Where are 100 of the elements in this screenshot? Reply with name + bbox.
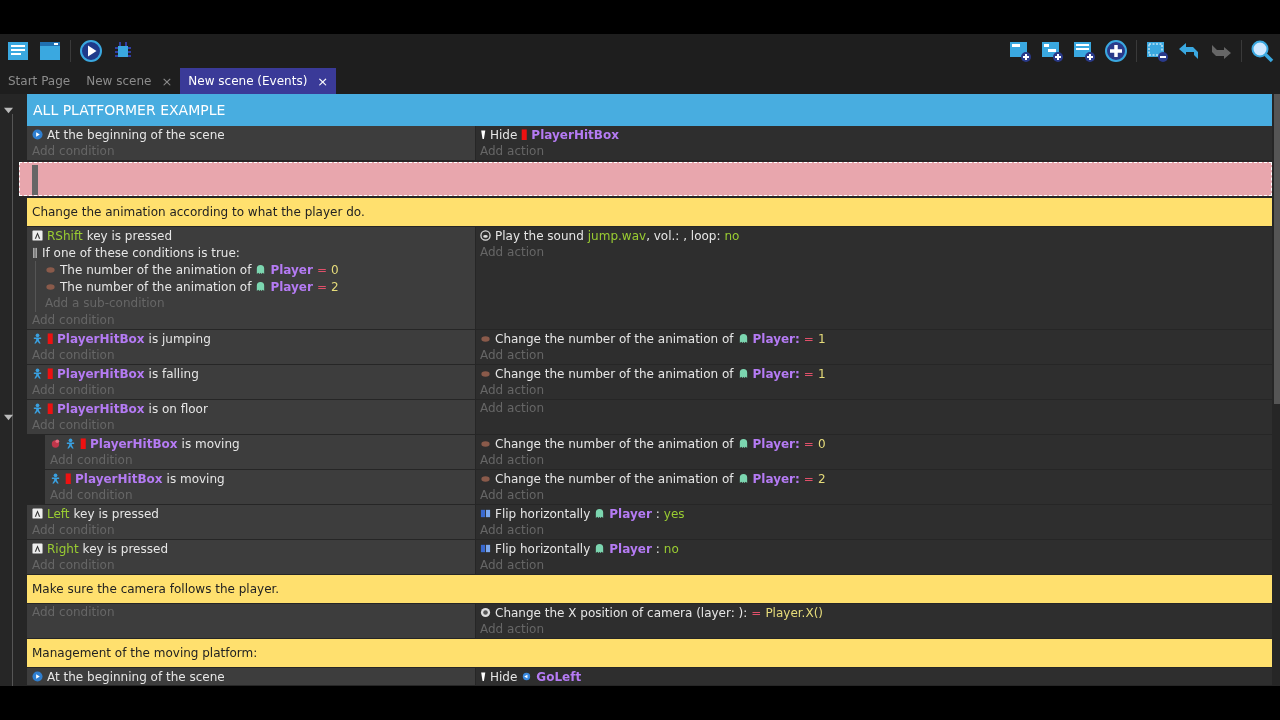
add-action-link[interactable]: Add action: [480, 452, 1272, 469]
condition-text: :: [655, 541, 660, 556]
condition-text: key is pressed: [73, 506, 159, 521]
collapse-toggle[interactable]: [3, 412, 14, 423]
add-action-link[interactable]: Add action: [480, 143, 1272, 160]
ghost-icon: [737, 438, 749, 449]
add-icon[interactable]: [1104, 39, 1128, 63]
capsule-icon: [480, 438, 491, 449]
object-name: Player:: [752, 436, 800, 451]
string-value: no: [724, 228, 740, 243]
condition-text: , vol.: , loop:: [646, 228, 721, 243]
close-tab-button[interactable]: ×: [317, 73, 329, 89]
add-action-link[interactable]: Add action: [480, 244, 1272, 261]
block-icon: [521, 129, 528, 140]
play-icon[interactable]: [79, 39, 103, 63]
condition-text: Change the number of the animation of: [495, 331, 734, 346]
add-action-link[interactable]: Add action: [480, 400, 1272, 417]
add-action-link[interactable]: Add action: [480, 621, 1272, 638]
condition-text: is moving: [166, 471, 225, 486]
capsule-icon: [480, 333, 491, 344]
events-list-icon[interactable]: [6, 39, 30, 63]
condition-text: Change the number of the animation of: [495, 471, 734, 486]
number-value: 2: [817, 471, 826, 486]
condition-text: key is pressed: [86, 228, 173, 243]
operator-sign: =: [803, 366, 814, 381]
operator-sign: =: [316, 279, 327, 294]
object-name: PlayerHitBox: [57, 366, 145, 381]
object-name: GoLeft: [536, 669, 582, 684]
condition-text: is moving: [181, 436, 240, 451]
key-icon: [32, 508, 43, 519]
editor-tab[interactable]: New scene ×: [78, 68, 181, 94]
key-icon: [32, 543, 43, 554]
condition-text: Play the sound: [495, 228, 584, 243]
object-name: PlayerHitBox: [531, 127, 619, 142]
play-circle-icon: [32, 129, 43, 140]
number-value: Player.X(): [765, 605, 823, 620]
condition-text: is falling: [148, 366, 199, 381]
add-comment-icon[interactable]: [1072, 39, 1096, 63]
object-name: Player: [609, 541, 652, 556]
figure-icon: [50, 473, 61, 484]
object-name: Player: [270, 262, 313, 277]
ghost-icon: [594, 543, 606, 554]
number-value: 0: [330, 262, 339, 277]
condition-text: At the beginning of the scene: [47, 669, 225, 684]
condition-text: Change the number of the animation of: [495, 436, 734, 451]
string-value: RShift: [47, 228, 83, 243]
condition-text: Change the X position of camera (layer: ):: [495, 605, 748, 620]
capsule-icon: [45, 264, 56, 275]
close-tab-button[interactable]: ×: [161, 73, 173, 89]
number-value: 2: [330, 279, 339, 294]
comment-event[interactable]: Change the animation according to what the player do.: [27, 198, 1272, 227]
flip-icon: [480, 543, 491, 554]
object-name: Player: [270, 279, 313, 294]
editor-tab[interactable]: New scene (Events) ×: [180, 68, 337, 94]
tab-label: New scene: [86, 74, 152, 88]
search-icon[interactable]: [1250, 39, 1274, 63]
delete-selection-icon[interactable]: [1145, 39, 1169, 63]
play-circle-icon: [32, 671, 43, 682]
comment-event[interactable]: Management of the moving platform:: [27, 639, 1272, 668]
tab-label: New scene (Events): [188, 74, 308, 88]
ghost-icon: [737, 473, 749, 484]
add-action-link[interactable]: Add action: [480, 347, 1272, 364]
add-event-icon[interactable]: [1008, 39, 1032, 63]
object-name: PlayerHitBox: [57, 401, 145, 416]
group-header[interactable]: ALL PLATFORMER EXAMPLE: [27, 94, 1272, 126]
operator-sign: =: [803, 436, 814, 451]
number-value: 0: [817, 436, 826, 451]
bars-icon: [32, 247, 38, 258]
tab-label: Start Page: [8, 74, 71, 88]
capsule-icon: [480, 473, 491, 484]
add-action-link[interactable]: Add action: [480, 522, 1272, 539]
condition-text: Hide: [490, 127, 518, 142]
object-name: Player: [609, 506, 652, 521]
add-action-link[interactable]: Add action: [480, 557, 1272, 574]
sound-icon: [480, 230, 491, 241]
window-icon[interactable]: [38, 39, 62, 63]
add-subevent-icon[interactable]: [1040, 39, 1064, 63]
number-value: 1: [817, 366, 826, 381]
condition-text: At the beginning of the scene: [47, 127, 225, 142]
operator-sign: =: [316, 262, 327, 277]
condition-text: Change the number of the animation of: [495, 366, 734, 381]
slant-bar-icon: [480, 671, 486, 682]
operator-sign: =: [803, 331, 814, 346]
ghost-icon: [255, 281, 267, 292]
editor-tab[interactable]: Start Page: [0, 68, 79, 94]
comment-event[interactable]: Make sure the camera follows the player.: [27, 575, 1272, 604]
block-icon: [47, 403, 53, 414]
object-name: PlayerHitBox: [75, 471, 163, 486]
figure-icon: [32, 368, 43, 379]
object-name: PlayerHitBox: [90, 436, 178, 451]
ghost-icon: [737, 368, 749, 379]
string-value: jump.wav: [587, 228, 647, 243]
condition-text: Flip horizontally: [495, 541, 591, 556]
add-action-link[interactable]: Add action: [480, 487, 1272, 504]
add-action-link[interactable]: Add action: [480, 382, 1272, 399]
block-icon: [47, 333, 53, 344]
string-value: yes: [663, 506, 685, 521]
figure-icon: [32, 333, 43, 344]
object-name: Player:: [752, 331, 800, 346]
condition-text: The number of the animation of: [60, 262, 252, 277]
